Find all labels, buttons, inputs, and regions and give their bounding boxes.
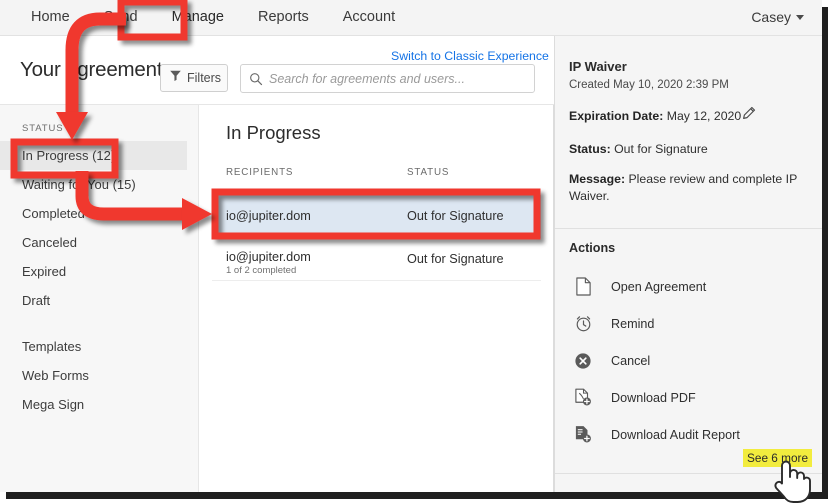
action-download-audit-report[interactable]: Download Audit Report	[555, 416, 822, 453]
nav-items: Home Send Manage Reports Account	[14, 0, 412, 35]
action-label: Download Audit Report	[611, 427, 740, 442]
top-navigation-bar: Home Send Manage Reports Account Casey	[0, 0, 822, 36]
filter-funnel-icon	[169, 69, 182, 87]
detail-status-row: Status: Out for Signature	[569, 141, 809, 158]
action-remind[interactable]: Remind	[555, 305, 822, 342]
table-row[interactable]: io@jupiter.dom Out for Signature	[212, 195, 541, 238]
detail-message-row: Message: Please review and complete IP W…	[569, 171, 809, 205]
sidebar-item-expired[interactable]: Expired	[0, 257, 199, 286]
see-more-link[interactable]: See 6 more	[743, 449, 812, 467]
actions-list: Open Agreement Remind Cancel Download PD…	[555, 268, 822, 453]
row-recipient: io@jupiter.dom	[226, 250, 311, 264]
actions-title: Actions	[569, 241, 616, 255]
app-window: Home Send Manage Reports Account Casey Y…	[0, 0, 822, 492]
detail-message-key: Message:	[569, 172, 626, 186]
alarm-clock-icon	[569, 314, 597, 333]
detail-expiration-row: Expiration Date: May 12, 2020	[569, 108, 809, 125]
column-header-recipients: RECIPIENTS	[226, 167, 294, 178]
panel-divider	[555, 228, 822, 229]
sidebar-status-label: STATUS	[22, 123, 64, 134]
cancel-circle-icon	[569, 352, 597, 370]
document-icon	[569, 277, 597, 296]
list-column-headers: RECIPIENTS STATUS	[200, 167, 553, 189]
agreements-list-panel: In Progress RECIPIENTS STATUS io@jupiter…	[200, 105, 554, 492]
user-name-label: Casey	[751, 9, 791, 25]
search-placeholder: Search for agreements and users...	[269, 71, 465, 86]
detail-title: IP Waiver	[569, 59, 627, 74]
search-input[interactable]: Search for agreements and users...	[240, 64, 535, 93]
nav-item-reports[interactable]: Reports	[241, 0, 326, 35]
sidebar: STATUS In Progress (12) Waiting for You …	[0, 105, 199, 492]
action-open-agreement[interactable]: Open Agreement	[555, 268, 822, 305]
sidebar-item-draft[interactable]: Draft	[0, 286, 199, 315]
action-label: Download PDF	[611, 390, 696, 405]
switch-to-classic-link[interactable]: Switch to Classic Experience	[391, 49, 549, 63]
filters-button[interactable]: Filters	[160, 64, 228, 92]
sidebar-item-waiting-for-you[interactable]: Waiting for You (15)	[0, 170, 199, 199]
sidebar-item-templates[interactable]: Templates	[0, 332, 199, 361]
row-recipient: io@jupiter.dom	[226, 209, 311, 223]
chevron-down-icon	[796, 15, 804, 20]
detail-status-value: Out for Signature	[614, 142, 708, 156]
detail-expiration-value: May 12, 2020	[666, 109, 742, 123]
agreement-rows: io@jupiter.dom Out for Signature io@jupi…	[212, 195, 541, 281]
sidebar-item-completed[interactable]: Completed	[0, 199, 199, 228]
edit-pencil-icon[interactable]	[741, 106, 756, 126]
nav-item-manage[interactable]: Manage	[155, 0, 241, 35]
list-title: In Progress	[226, 122, 321, 143]
action-download-pdf[interactable]: Download PDF	[555, 379, 822, 416]
detail-expiration-key: Expiration Date:	[569, 109, 664, 123]
detail-status-key: Status:	[569, 142, 611, 156]
column-header-status: STATUS	[407, 167, 450, 178]
panel-divider-bottom	[555, 473, 822, 474]
action-cancel[interactable]: Cancel	[555, 342, 822, 379]
table-row[interactable]: io@jupiter.dom 1 of 2 completed Out for …	[212, 238, 541, 281]
sidebar-item-canceled[interactable]: Canceled	[0, 228, 199, 257]
filters-label: Filters	[187, 71, 222, 85]
search-icon	[249, 72, 263, 86]
download-audit-icon	[569, 425, 597, 444]
sidebar-list: In Progress (12) Waiting for You (15) Co…	[0, 141, 199, 419]
row-status: Out for Signature	[407, 209, 504, 223]
agreement-detail-panel: IP Waiver Created May 10, 2020 2:39 PM E…	[554, 36, 822, 492]
detail-created-date: Created May 10, 2020 2:39 PM	[569, 79, 729, 91]
sidebar-divider-gap	[0, 315, 199, 332]
action-label: Cancel	[611, 353, 651, 368]
nav-item-account[interactable]: Account	[326, 0, 412, 35]
row-progress-subtext: 1 of 2 completed	[226, 265, 297, 276]
nav-item-home[interactable]: Home	[14, 0, 87, 35]
download-pdf-icon	[569, 388, 597, 407]
sidebar-item-in-progress[interactable]: In Progress (12)	[0, 141, 187, 170]
row-status: Out for Signature	[407, 252, 504, 266]
sidebar-item-mega-sign[interactable]: Mega Sign	[0, 390, 199, 419]
action-label: Remind	[611, 316, 655, 331]
sidebar-item-web-forms[interactable]: Web Forms	[0, 361, 199, 390]
user-menu[interactable]: Casey	[751, 0, 804, 35]
screenshot-root: Home Send Manage Reports Account Casey Y…	[0, 0, 830, 504]
nav-item-send[interactable]: Send	[87, 0, 155, 35]
action-label: Open Agreement	[611, 279, 707, 294]
page-title: Your agreements	[20, 58, 173, 81]
